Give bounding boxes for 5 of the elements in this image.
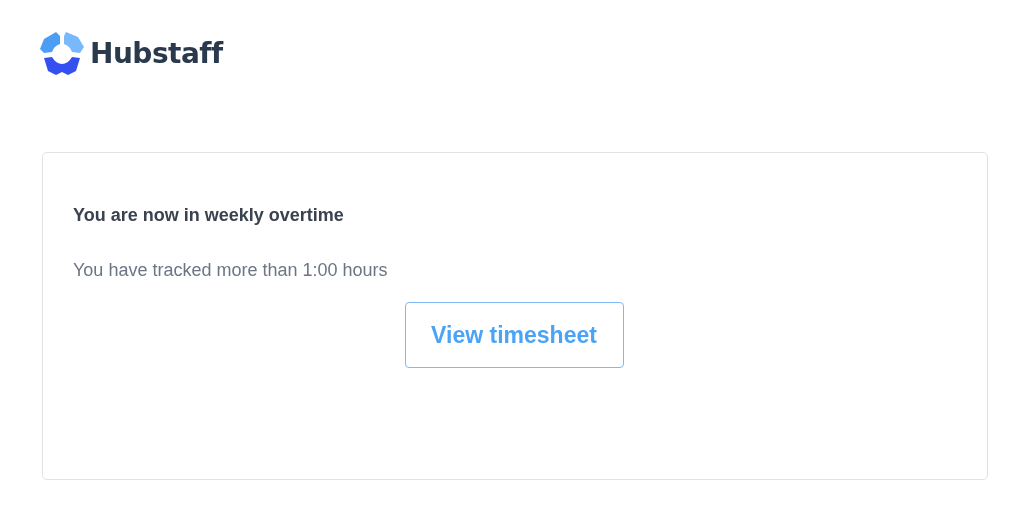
brand-name: Hubstaff [90,36,223,70]
notice-title: You are now in weekly overtime [73,205,345,226]
view-timesheet-button[interactable]: View timesheet [404,302,624,368]
notice-message: You have tracked more than 1:00 hours [73,260,389,281]
logo-icon [40,31,84,75]
